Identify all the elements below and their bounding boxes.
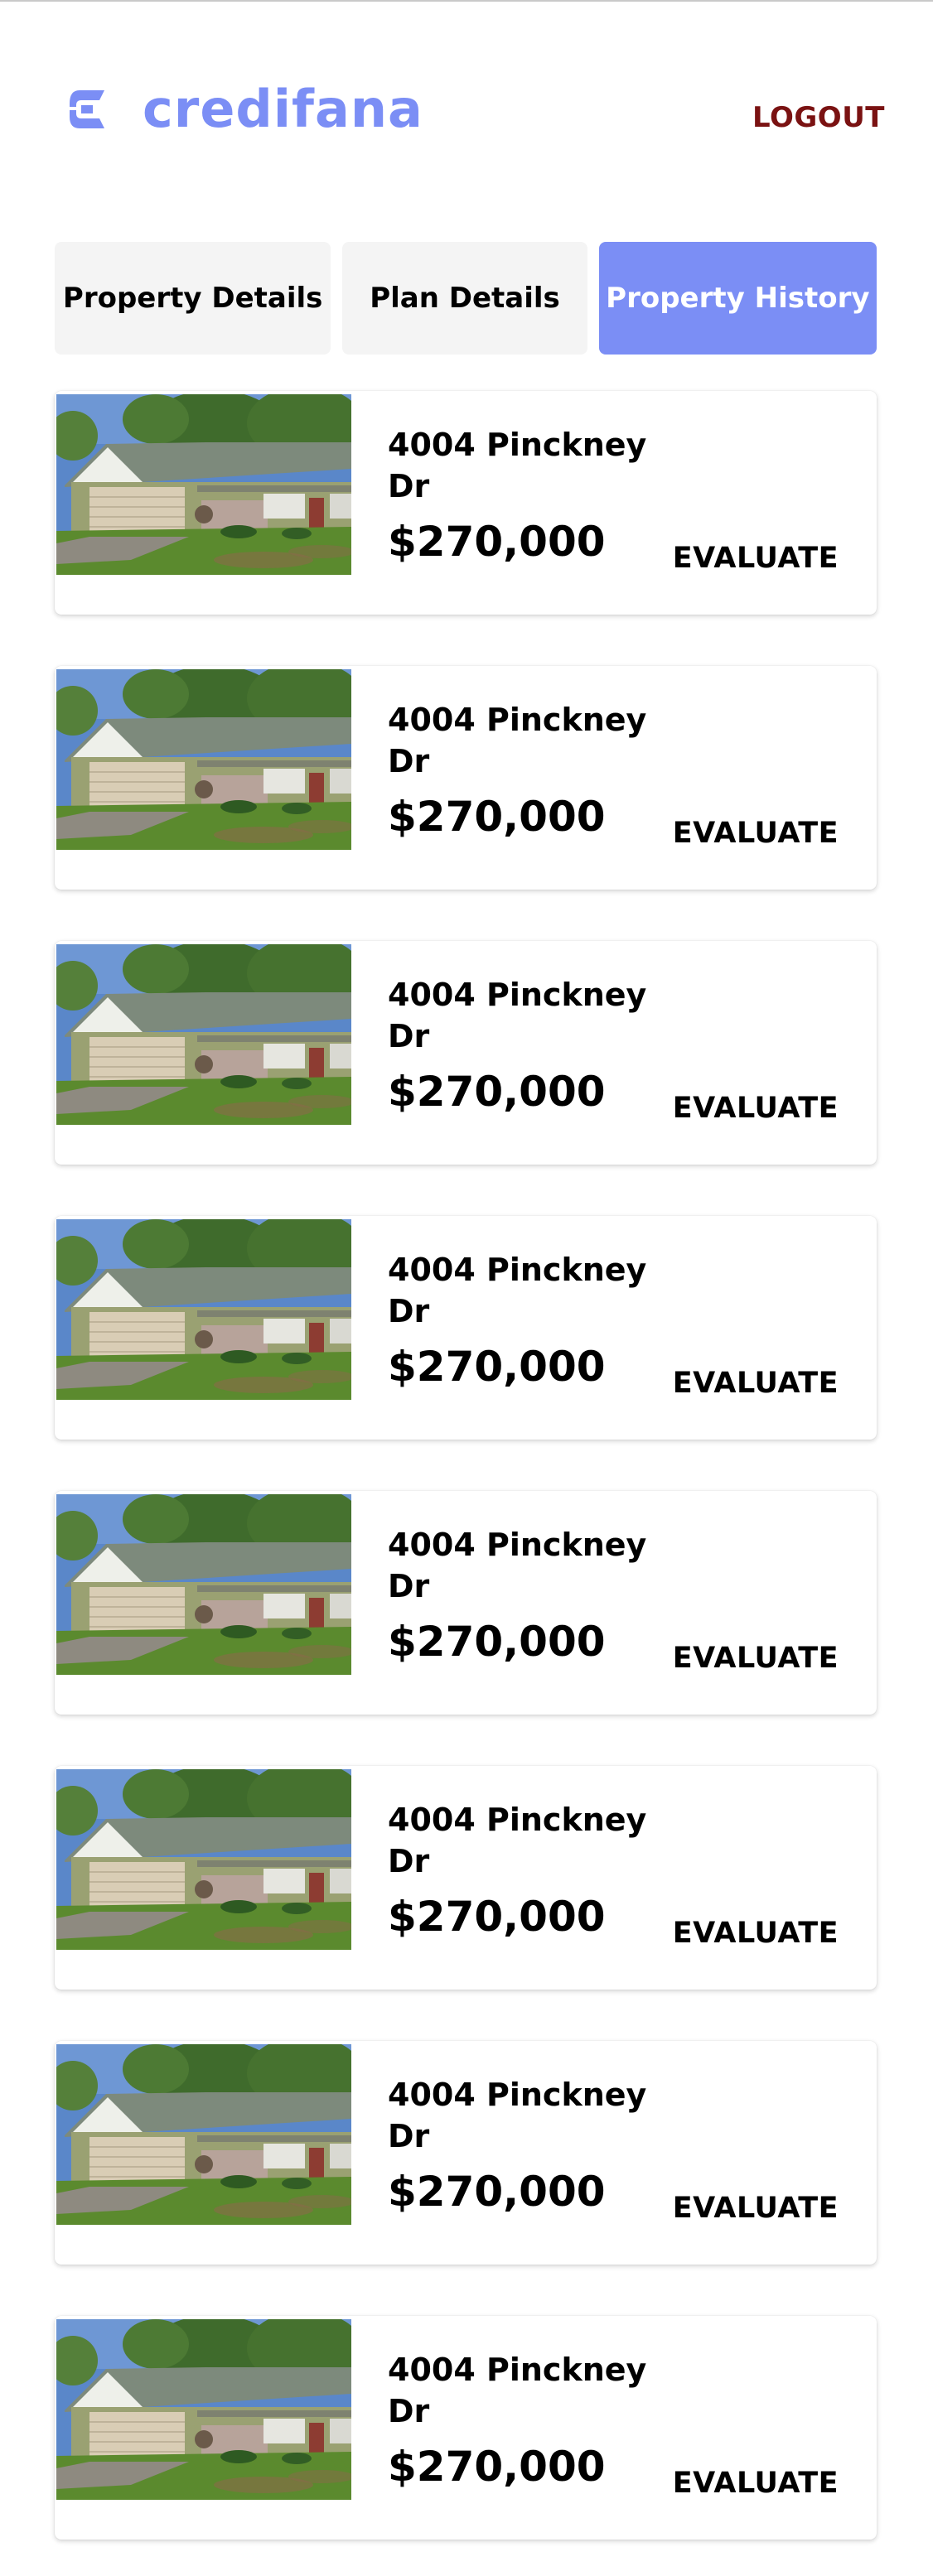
property-card[interactable]: 4004 Pinckney Dr $270,000 EVALUATE — [55, 2041, 877, 2265]
property-address: 4004 Pinckney Dr — [388, 702, 647, 779]
house-photo-image — [56, 669, 351, 850]
property-address: 4004 Pinckney Dr — [388, 2077, 647, 2154]
property-card[interactable]: 4004 Pinckney Dr $270,000 EVALUATE — [55, 666, 877, 890]
tab-bar: Property Details Plan Details Property H… — [55, 242, 877, 355]
property-address: 4004 Pinckney Dr — [388, 1802, 647, 1879]
house-photo-image — [56, 1769, 351, 1950]
property-address: 4004 Pinckney Dr — [388, 1252, 647, 1329]
property-price: $270,000 — [388, 1893, 606, 1941]
house-photo-image — [56, 1219, 351, 1400]
property-card[interactable]: 4004 Pinckney Dr $270,000 EVALUATE — [55, 1216, 877, 1440]
property-photo — [56, 669, 351, 850]
house-photo-image — [56, 2044, 351, 2225]
tab-property-details[interactable]: Property Details — [55, 242, 331, 355]
property-card[interactable]: 4004 Pinckney Dr $270,000 EVALUATE — [55, 1766, 877, 1990]
evaluate-button[interactable]: EVALUATE — [673, 542, 839, 575]
property-price: $270,000 — [388, 2168, 606, 2216]
property-price: $270,000 — [388, 1068, 606, 1116]
property-photo — [56, 944, 351, 1125]
property-price: $270,000 — [388, 2443, 606, 2491]
tab-property-history[interactable]: Property History — [598, 242, 877, 355]
house-photo-image — [56, 394, 351, 575]
credifana-logo-icon — [70, 90, 104, 128]
property-price: $270,000 — [388, 1618, 606, 1666]
evaluate-button[interactable]: EVALUATE — [673, 1917, 839, 1950]
property-photo — [56, 1494, 351, 1675]
evaluate-button[interactable]: EVALUATE — [673, 1642, 839, 1675]
evaluate-button[interactable]: EVALUATE — [673, 2192, 839, 2225]
house-photo-image — [56, 2319, 351, 2500]
evaluate-button[interactable]: EVALUATE — [673, 1367, 839, 1400]
property-address: 4004 Pinckney Dr — [388, 1527, 647, 1604]
page: credifana LOGOUT Property Details Plan D… — [0, 0, 933, 2576]
property-price: $270,000 — [388, 793, 606, 841]
property-photo — [56, 2319, 351, 2500]
property-address: 4004 Pinckney Dr — [388, 977, 647, 1054]
property-card[interactable]: 4004 Pinckney Dr $270,000 EVALUATE — [55, 1491, 877, 1715]
property-address: 4004 Pinckney Dr — [388, 2352, 647, 2429]
property-photo — [56, 2044, 351, 2225]
property-card[interactable]: 4004 Pinckney Dr $270,000 EVALUATE — [55, 391, 877, 615]
property-price: $270,000 — [388, 1343, 606, 1391]
property-address: 4004 Pinckney Dr — [388, 427, 647, 504]
evaluate-button[interactable]: EVALUATE — [673, 817, 839, 850]
property-price: $270,000 — [388, 518, 606, 566]
house-photo-image — [56, 1494, 351, 1675]
brand-logo[interactable]: credifana — [63, 76, 423, 142]
property-history-list: 4004 Pinckney Dr $270,000 EVALUATE 4004 … — [55, 391, 877, 2576]
property-photo — [56, 394, 351, 575]
house-photo-image — [56, 944, 351, 1125]
evaluate-button[interactable]: EVALUATE — [673, 2467, 839, 2500]
evaluate-button[interactable]: EVALUATE — [673, 1092, 839, 1125]
property-photo — [56, 1769, 351, 1950]
logout-button[interactable]: LOGOUT — [752, 101, 885, 134]
tab-plan-details[interactable]: Plan Details — [342, 242, 587, 355]
property-card[interactable]: 4004 Pinckney Dr $270,000 EVALUATE — [55, 941, 877, 1165]
property-card[interactable]: 4004 Pinckney Dr $270,000 EVALUATE — [55, 2316, 877, 2540]
app-header: credifana LOGOUT — [63, 76, 885, 142]
property-photo — [56, 1219, 351, 1400]
brand-name: credifana — [143, 79, 423, 139]
